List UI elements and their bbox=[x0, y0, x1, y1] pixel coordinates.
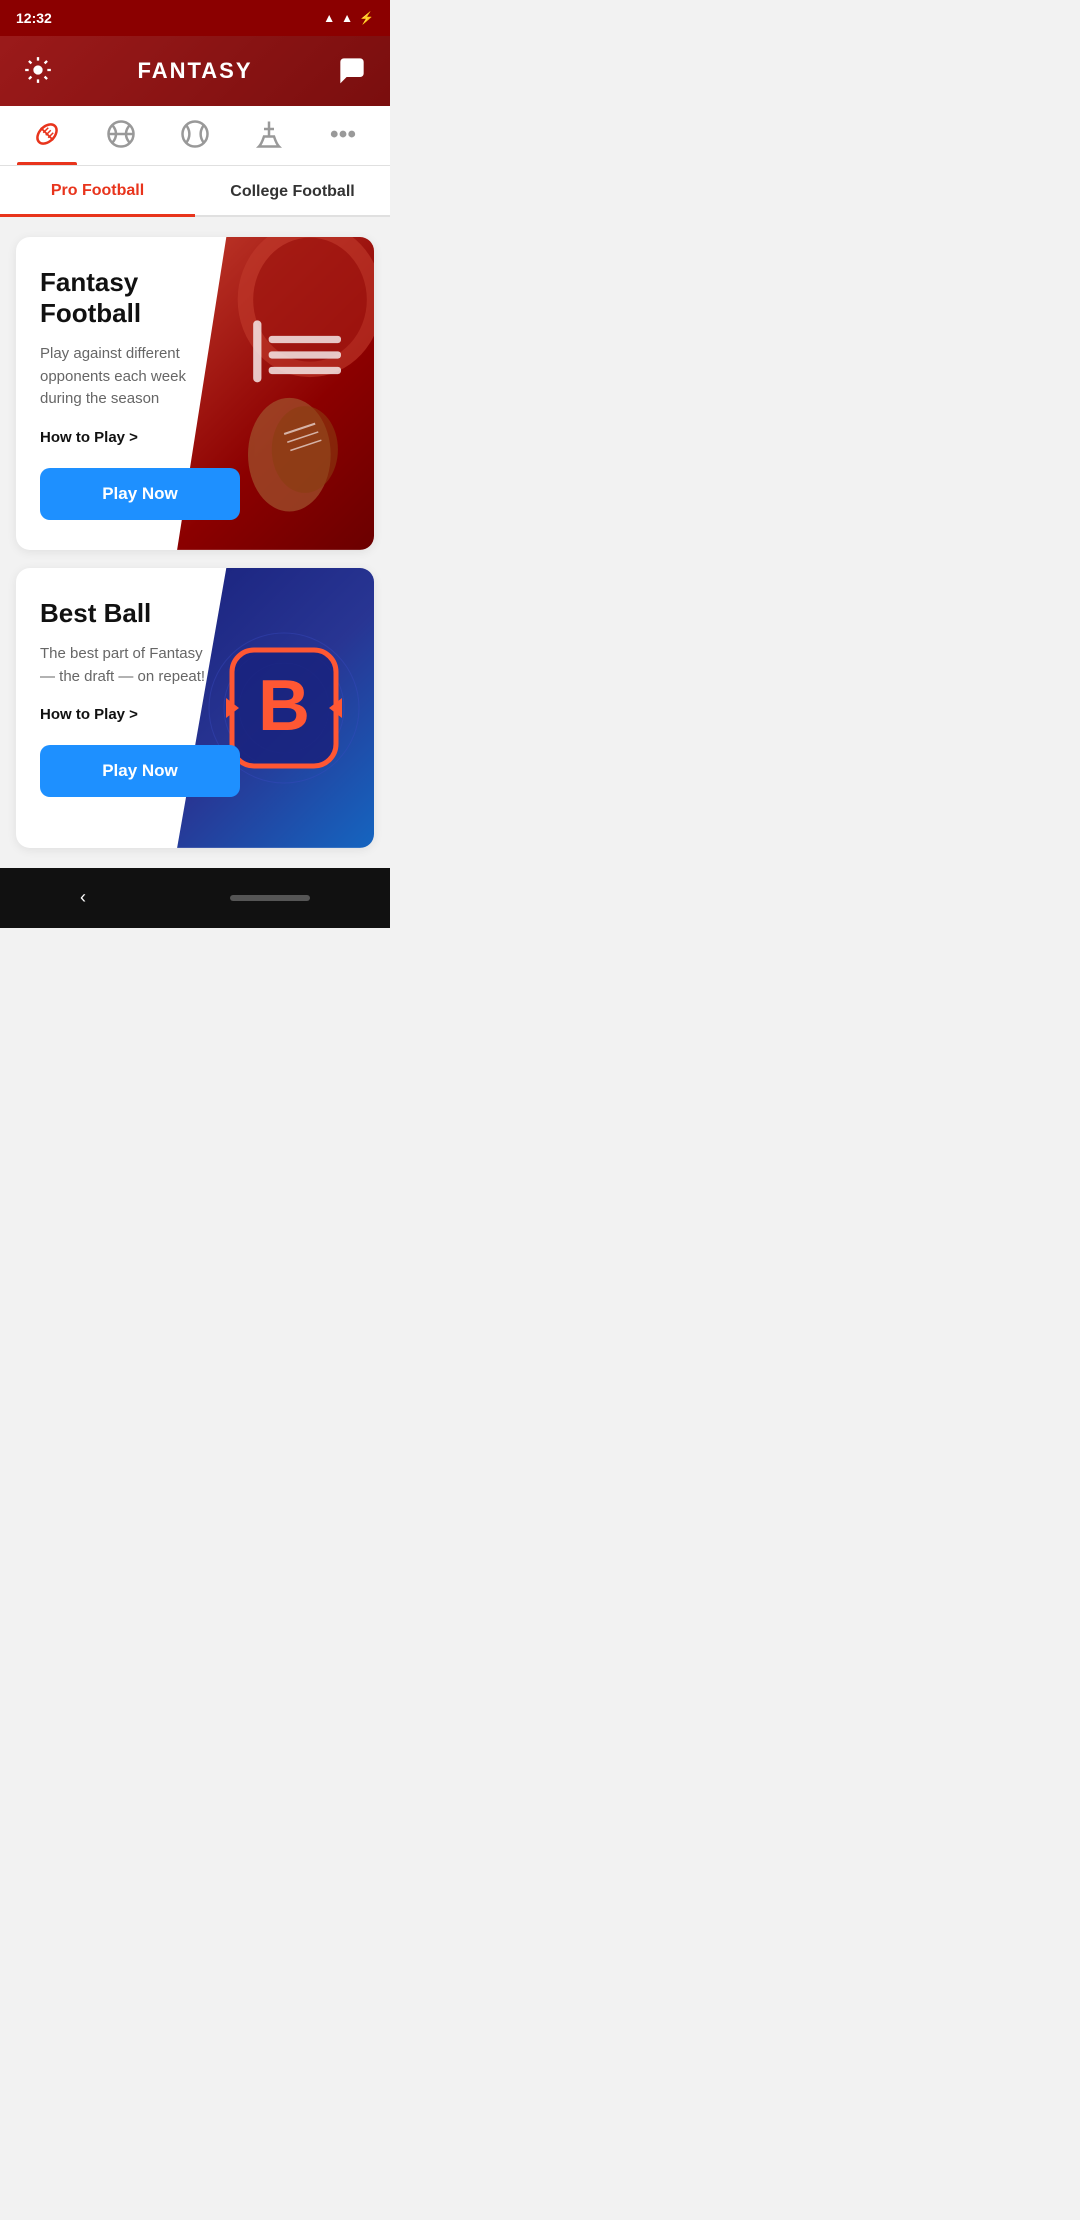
content-area: Fantasy Football Play against different … bbox=[0, 217, 390, 868]
card-inner-football: Fantasy Football Play against different … bbox=[16, 237, 374, 550]
tab-hockey[interactable] bbox=[232, 106, 306, 165]
tab-basketball[interactable] bbox=[84, 106, 158, 165]
status-time: 12:32 bbox=[16, 10, 52, 26]
tab-more[interactable] bbox=[306, 106, 380, 165]
wifi-icon: ▲ bbox=[323, 11, 335, 25]
app-header: FANTASY bbox=[0, 36, 390, 106]
best-ball-how-to-play[interactable]: How to Play > bbox=[40, 706, 207, 723]
best-ball-card: Best Ball The best part of Fantasy — the… bbox=[16, 568, 374, 848]
svg-text:B: B bbox=[258, 666, 310, 746]
settings-button[interactable] bbox=[20, 52, 56, 91]
status-icons: ▲ ▲ ⚡ bbox=[323, 11, 374, 25]
fantasy-football-card: Fantasy Football Play against different … bbox=[16, 237, 374, 550]
fantasy-football-title: Fantasy Football bbox=[40, 267, 207, 329]
fantasy-football-desc: Play against different opponents each we… bbox=[40, 343, 207, 411]
sub-tab-pro-football[interactable]: Pro Football bbox=[0, 166, 195, 217]
tab-football[interactable] bbox=[10, 106, 84, 165]
app-title: FANTASY bbox=[56, 58, 334, 84]
battery-icon: ⚡ bbox=[359, 11, 374, 25]
bottom-nav: ‹ bbox=[0, 868, 390, 928]
home-indicator[interactable] bbox=[230, 895, 310, 901]
sub-tabs: Pro Football College Football bbox=[0, 166, 390, 217]
fantasy-football-how-to-play[interactable]: How to Play > bbox=[40, 429, 207, 446]
best-ball-play-now-button[interactable]: Play Now bbox=[40, 745, 240, 797]
sub-tab-college-football[interactable]: College Football bbox=[195, 166, 390, 215]
card-inner-bestball: Best Ball The best part of Fantasy — the… bbox=[16, 568, 374, 848]
signal-icon: ▲ bbox=[341, 11, 353, 25]
fantasy-football-play-now-button[interactable]: Play Now bbox=[40, 468, 240, 520]
card-text-football: Fantasy Football Play against different … bbox=[16, 237, 231, 550]
best-ball-desc: The best part of Fantasy — the draft — o… bbox=[40, 643, 207, 688]
best-ball-title: Best Ball bbox=[40, 598, 207, 629]
status-bar: 12:32 ▲ ▲ ⚡ bbox=[0, 0, 390, 36]
messages-button[interactable] bbox=[334, 52, 370, 91]
sport-tabs bbox=[0, 106, 390, 166]
back-button[interactable]: ‹ bbox=[80, 887, 86, 908]
card-text-bestball: Best Ball The best part of Fantasy — the… bbox=[16, 568, 231, 848]
tab-baseball[interactable] bbox=[158, 106, 232, 165]
